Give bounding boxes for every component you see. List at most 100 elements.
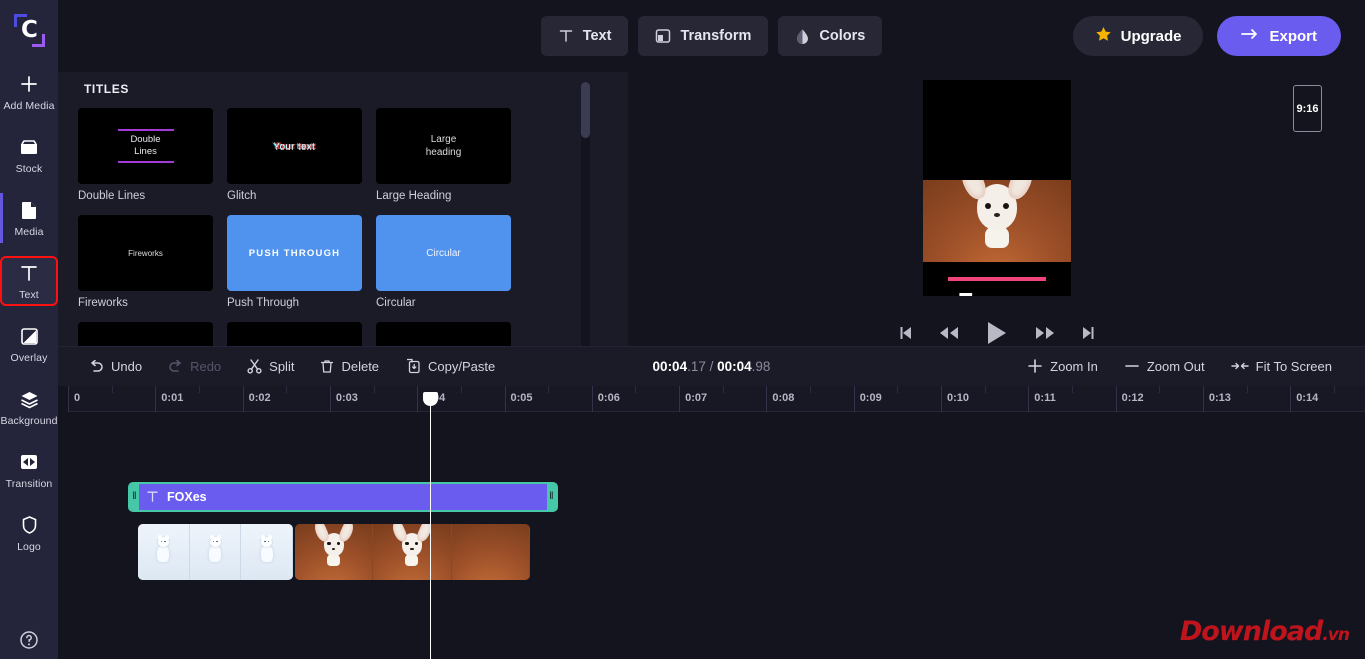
sidebar-item-media[interactable]: Media	[2, 195, 56, 241]
rewind-button[interactable]	[939, 325, 959, 341]
transform-icon	[655, 28, 671, 44]
layers-icon	[18, 388, 40, 410]
ruler-tick: 0:08	[766, 386, 767, 412]
zoom-in-button[interactable]: Zoom In	[1016, 351, 1109, 381]
title-line-top	[948, 277, 1046, 281]
title-template-glitch[interactable]: Your text Glitch	[227, 108, 362, 202]
library-scrollbar-thumb[interactable]	[581, 82, 590, 138]
ruler-tick-label: 0:06	[598, 392, 620, 404]
clip-left-handle[interactable]: ‖	[130, 484, 139, 510]
ruler-tick-minor	[897, 386, 898, 393]
playhead-handle[interactable]	[423, 392, 438, 406]
ruler-tick: 0:11	[1028, 386, 1029, 412]
timeline-ruler[interactable]: 00:010:020:030:040:050:060:070:080:090:1…	[68, 386, 1365, 412]
title-template-large-heading[interactable]: Largeheading Large Heading	[376, 108, 511, 202]
library-scrollbar[interactable]	[581, 82, 590, 346]
template-preview-text: PUSH THROUGH	[249, 248, 340, 259]
ruler-tick: 0:01	[155, 386, 156, 412]
copy-paste-icon	[405, 358, 421, 374]
sidebar-item-text[interactable]: Text	[2, 258, 56, 304]
tool-colors-button[interactable]: Colors	[778, 16, 882, 56]
fennec-fox-clip[interactable]	[295, 524, 530, 580]
total-frames: .98	[752, 359, 771, 374]
zoom-out-button[interactable]: Zoom Out	[1113, 351, 1216, 381]
text-clip[interactable]: ‖ FOXes ‖	[128, 482, 558, 512]
ruler-tick: 0:09	[854, 386, 855, 412]
button-label: Copy/Paste	[428, 359, 495, 374]
ruler-tick-label: 0:03	[336, 392, 358, 404]
upgrade-button[interactable]: Upgrade	[1073, 16, 1204, 56]
tool-text-button[interactable]: Text	[541, 16, 629, 56]
sidebar-item-logo[interactable]: Logo	[2, 510, 56, 556]
aspect-ratio-badge[interactable]: 9:16	[1293, 85, 1322, 132]
current-frames: .17	[687, 359, 706, 374]
fast-forward-button[interactable]	[1035, 325, 1055, 341]
copy-paste-button[interactable]: Copy/Paste	[394, 351, 506, 381]
sidebar-item-label: Stock	[16, 163, 43, 175]
text-clip-label: FOXes	[167, 490, 207, 504]
clip-frame	[241, 524, 293, 580]
timecode-separator: /	[706, 359, 717, 374]
template-thumbnail: DoubleLines	[78, 108, 213, 184]
template-preview-text: Your text	[274, 141, 316, 152]
title-template-fade[interactable]: Fade	[376, 322, 511, 346]
overlay-icon	[18, 325, 40, 347]
plus-icon	[1027, 358, 1043, 374]
ruler-tick-label: 0:10	[947, 392, 969, 404]
ruler-tick-label: 0:08	[772, 392, 794, 404]
clip-frame	[452, 524, 530, 580]
clipchamp-editor-window: C Add Media Stock Media Te	[0, 0, 1365, 659]
jump-to-start-button[interactable]	[899, 325, 913, 341]
title-template-handwriting[interactable]: Your text	[227, 322, 362, 346]
tool-transform-button[interactable]: Transform	[638, 16, 768, 56]
ruler-tick: 0:04	[417, 386, 418, 412]
app-logo[interactable]: C	[8, 10, 50, 52]
ruler-tick-minor	[723, 386, 724, 393]
stock-icon	[18, 136, 40, 158]
arctic-fox-clip[interactable]	[138, 524, 293, 580]
sidebar-item-label: Background	[0, 415, 57, 427]
fit-to-screen-button[interactable]: Fit To Screen	[1220, 351, 1343, 381]
title-template-make-it-glow[interactable]: MAKE ITGLOW	[78, 322, 213, 346]
tool-label: Colors	[819, 28, 865, 44]
undo-button[interactable]: Undo	[78, 351, 153, 381]
export-button[interactable]: Export	[1217, 16, 1341, 56]
playhead[interactable]	[430, 402, 431, 659]
clip-right-handle[interactable]: ‖	[547, 484, 556, 510]
template-preview-text: Fireworks	[128, 249, 163, 258]
template-thumbnail: Circular	[376, 215, 511, 291]
split-button[interactable]: Split	[236, 351, 305, 381]
text-t-icon	[558, 28, 574, 44]
sidebar-item-label: Overlay	[11, 352, 48, 364]
ruler-tick: 0:03	[330, 386, 331, 412]
ruler-tick: 0:12	[1116, 386, 1117, 412]
help-circle-icon[interactable]	[18, 629, 40, 651]
transition-icon	[18, 451, 40, 473]
workspace: TITLES DoubleLines Double Lines	[58, 72, 1365, 346]
fennec-fox-thumbnail	[395, 533, 429, 566]
jump-to-end-button[interactable]	[1081, 325, 1095, 341]
ruler-tick-minor	[461, 386, 462, 393]
play-button[interactable]	[985, 320, 1009, 346]
redo-button[interactable]: Redo	[157, 351, 232, 381]
title-template-fireworks[interactable]: Fireworks Fireworks	[78, 215, 213, 309]
ruler-tick: 0:13	[1203, 386, 1204, 412]
title-template-double-lines[interactable]: DoubleLines Double Lines	[78, 108, 213, 202]
ruler-tick-label: 0:13	[1209, 392, 1231, 404]
timeline-panel[interactable]: 00:010:020:030:040:050:060:070:080:090:1…	[58, 386, 1365, 659]
sidebar-item-overlay[interactable]: Overlay	[2, 321, 56, 367]
sidebar-item-stock[interactable]: Stock	[2, 132, 56, 178]
title-template-push-through[interactable]: PUSH THROUGH Push Through	[227, 215, 362, 309]
delete-button[interactable]: Delete	[309, 351, 390, 381]
sidebar-item-background[interactable]: Background	[2, 384, 56, 430]
sidebar-item-transition[interactable]: Transition	[2, 447, 56, 493]
ruler-tick-label: 0:01	[161, 392, 183, 404]
sidebar-item-add-media[interactable]: Add Media	[2, 69, 56, 115]
title-template-circular[interactable]: Circular Circular	[376, 215, 511, 309]
preview-canvas[interactable]: Foxes	[923, 80, 1071, 296]
titles-grid: DoubleLines Double Lines Your text Glitc…	[78, 108, 580, 346]
ruler-tick: 0:14	[1290, 386, 1291, 412]
template-name: Fireworks	[78, 297, 213, 309]
ruler-tick-minor	[635, 386, 636, 393]
sidebar-item-label: Text	[19, 289, 39, 301]
